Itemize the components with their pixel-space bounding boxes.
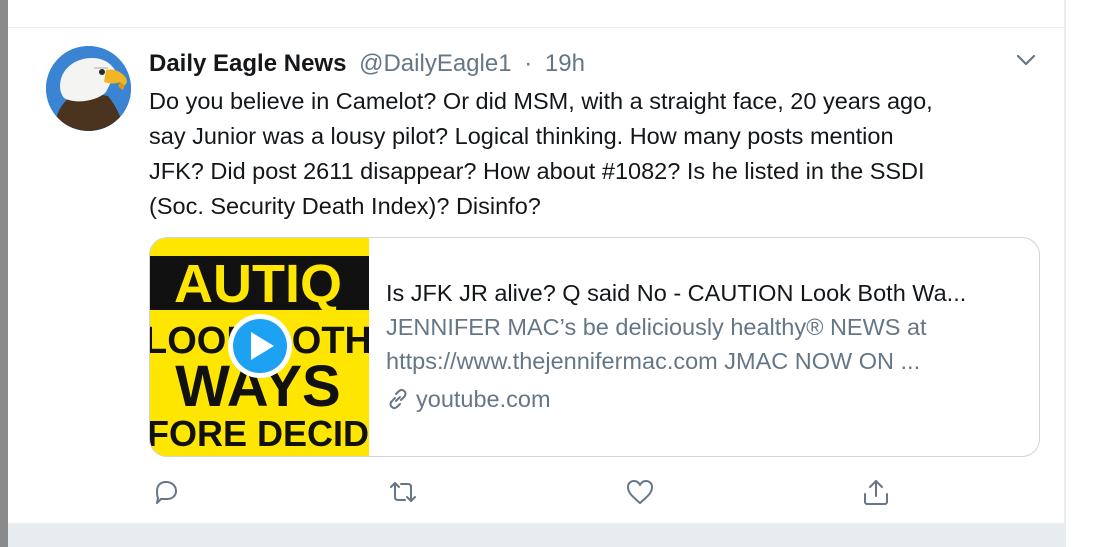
- card-body: Is JFK JR alive? Q said No - CAUTION Loo…: [386, 276, 1026, 416]
- like-button[interactable]: [623, 475, 657, 509]
- card-description: JENNIFER MAC’s be deliciously healthy® N…: [386, 310, 1026, 378]
- link-icon: [389, 388, 407, 410]
- header-separator: ·: [524, 50, 533, 77]
- reply-icon: [156, 481, 177, 504]
- share-button[interactable]: [859, 475, 893, 509]
- tweet-header: Daily Eagle News @DailyEagle1 · 19h: [149, 47, 585, 81]
- timeline-bottom-band: [8, 523, 1064, 547]
- tweet-divider: [8, 27, 1064, 28]
- tweet-text-line: JFK? Did post 2611 disappear? How about …: [149, 158, 925, 184]
- video-thumbnail[interactable]: AUTIQ LOOK BOTH WAYS FORE DECID: [150, 238, 369, 456]
- page-gutter: [1066, 523, 1099, 547]
- display-name[interactable]: Daily Eagle News: [149, 50, 346, 77]
- thumbnail-text-line: AUTIQ: [174, 254, 342, 314]
- timeline-left-border: [0, 0, 8, 547]
- user-handle[interactable]: @DailyEagle1: [359, 50, 511, 77]
- thumbnail-text-line: FORE DECID: [150, 413, 369, 454]
- card-description-line: https://www.thejennifermac.com JMAC NOW …: [386, 348, 921, 374]
- card-title[interactable]: Is JFK JR alive? Q said No - CAUTION Loo…: [386, 276, 1026, 310]
- timeline-right-border: [1064, 0, 1066, 547]
- avatar[interactable]: [46, 46, 131, 131]
- tweet-timestamp[interactable]: 19h: [545, 50, 585, 77]
- retweet-icon: [390, 482, 416, 502]
- card-domain[interactable]: youtube.com: [386, 382, 1026, 416]
- reply-button[interactable]: [149, 475, 183, 509]
- tweet-text-line: Do you believe in Camelot? Or did MSM, w…: [149, 88, 933, 114]
- chevron-down-icon: [1016, 54, 1036, 66]
- tweet-text-line: (Soc. Security Death Index)? Disinfo?: [149, 193, 541, 219]
- card-description-line: JENNIFER MAC’s be deliciously healthy® N…: [386, 314, 927, 340]
- tweet-menu-button[interactable]: [1013, 49, 1039, 71]
- tweet-text: Do you believe in Camelot? Or did MSM, w…: [149, 84, 1049, 224]
- card-domain-text: youtube.com: [416, 386, 551, 412]
- play-icon[interactable]: [228, 314, 292, 378]
- tweet-actions: [0, 475, 1099, 509]
- link-preview-card[interactable]: AUTIQ LOOK BOTH WAYS FORE DECID Is JFK J…: [149, 237, 1040, 457]
- eagle-avatar-image: [46, 46, 131, 131]
- heart-icon: [627, 480, 653, 504]
- tweet-text-line: say Junior was a lousy pilot? Logical th…: [149, 123, 894, 149]
- share-icon: [864, 480, 888, 505]
- retweet-button[interactable]: [386, 475, 420, 509]
